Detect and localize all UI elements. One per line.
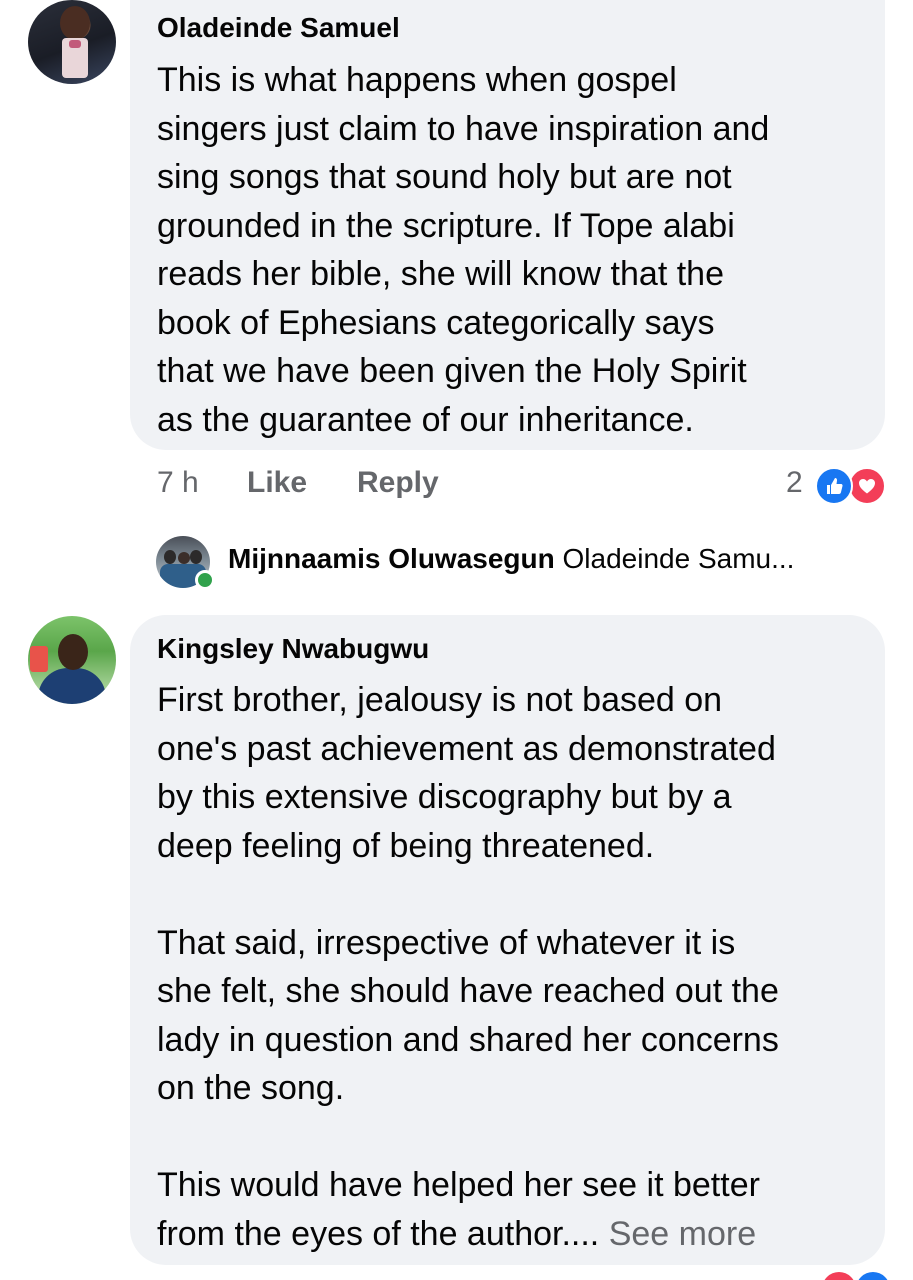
comment-author-name[interactable]: Kingsley Nwabugwu xyxy=(157,633,429,665)
comment-timestamp[interactable]: 7 h xyxy=(157,466,199,500)
see-more-link[interactable]: See more xyxy=(609,1215,756,1253)
comment-line: grounded in the scripture. If Tope alabi xyxy=(157,206,735,245)
avatar-head xyxy=(60,6,90,40)
reply-author-name[interactable]: Mijnnaamis Oluwasegun xyxy=(228,543,555,574)
avatar-figure xyxy=(164,550,176,564)
comment-line: First brother, jealousy is not based on xyxy=(157,681,723,719)
comment-line: This is what happens when gospel xyxy=(157,61,677,99)
avatar-background-panel xyxy=(30,646,48,672)
like-icon xyxy=(856,1272,890,1280)
comment-line: That said, irrespective of whatever it i… xyxy=(157,923,736,962)
comment-line: book of Ephesians categorically says xyxy=(157,303,715,342)
avatar-figure xyxy=(190,550,202,564)
comment-line: lady in question and shared her concerns xyxy=(157,1020,779,1059)
love-icon[interactable] xyxy=(848,467,886,505)
comment-line: by this extensive discography but by a xyxy=(157,778,732,816)
comment-text: This is what happens when gospel singers… xyxy=(157,56,769,444)
comment-line: deep feeling of being threatened. xyxy=(157,826,655,865)
comments-page: Oladeinde Samuel This is what happens wh… xyxy=(0,0,913,1280)
comment-line: that we have been given the Holy Spirit xyxy=(157,352,747,390)
avatar-body xyxy=(38,668,106,704)
reaction-count[interactable]: 2 xyxy=(786,466,803,500)
comment-line: on the song. xyxy=(157,1069,345,1107)
comment-last-line: from the eyes of the author.... See more xyxy=(157,1210,779,1259)
comment-author-name[interactable]: Oladeinde Samuel xyxy=(157,12,400,44)
avatar-bowtie xyxy=(69,40,81,48)
online-status-dot xyxy=(195,570,215,590)
avatar-kingsley-nwabugwu[interactable] xyxy=(28,616,116,704)
avatar-figure xyxy=(178,552,190,564)
comment-line: she felt, she should have reached out th… xyxy=(157,972,779,1010)
reply-preview[interactable]: Mijnnaamis Oluwasegun Oladeinde Samu... xyxy=(228,543,794,575)
comment-line: one's past achievement as demonstrated xyxy=(157,729,776,768)
avatar-head xyxy=(58,634,88,670)
avatar-oladeinde-samuel[interactable] xyxy=(28,0,116,84)
comment-line: singers just claim to have inspiration a… xyxy=(157,109,770,148)
comment-line: reads her bible, she will know that the xyxy=(157,255,724,293)
comment-line: sing songs that sound holy but are not xyxy=(157,158,732,196)
comment-line-text: from the eyes of the author.... xyxy=(157,1214,600,1253)
comment-line: This would have helped her see it better xyxy=(157,1166,760,1204)
like-icon[interactable] xyxy=(815,467,853,505)
reply-button[interactable]: Reply xyxy=(357,466,439,500)
comment-text: First brother, jealousy is not based on … xyxy=(157,676,779,1258)
reply-preview-text: Oladeinde Samu... xyxy=(562,543,795,574)
comment-line: as the guarantee of our inheritance. xyxy=(157,400,694,439)
love-icon xyxy=(822,1272,856,1280)
like-button[interactable]: Like xyxy=(247,466,307,500)
